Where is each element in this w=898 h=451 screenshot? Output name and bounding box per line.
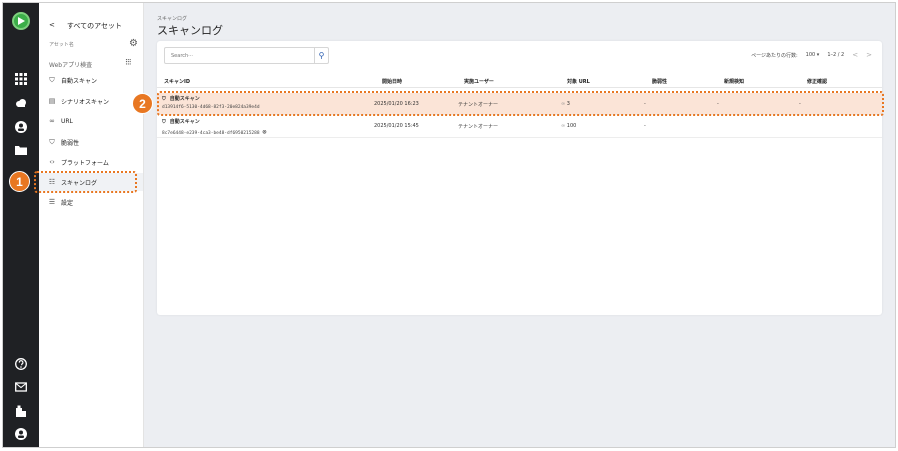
nav-item-url[interactable]: ∞ URL — [39, 112, 143, 130]
nav-item-label: URL — [61, 117, 73, 125]
highlight-scan-log-nav — [34, 171, 137, 193]
nav-item-label: シナリオスキャン — [61, 98, 110, 106]
help-icon[interactable] — [14, 358, 28, 372]
column-header[interactable]: 対象 URL — [567, 78, 590, 85]
nav-item-vulnerabilities[interactable]: ⛉ 脆弱性 — [39, 133, 143, 151]
breadcrumb[interactable]: スキャンログ — [157, 15, 187, 22]
nav-item-auto-scan[interactable]: ⛉ 自動スキャン — [39, 71, 143, 89]
nav-item-label: 設定 — [61, 199, 74, 207]
shield-icon: ⛉ — [49, 137, 55, 146]
scan-log-card: ⚲ ページあたりの行数: 100 ▾ 1–2 / 2 < > スキャンID 開始… — [157, 41, 882, 315]
search-input[interactable] — [165, 48, 314, 63]
nav-item-label: 自動スキャン — [61, 77, 98, 85]
mail-icon[interactable] — [14, 381, 28, 395]
scan-id: 8c7e6448-e239-4ca3-be48-df6950215288 ⊗ — [162, 128, 267, 136]
highlight-first-row — [157, 91, 884, 116]
cancel-circle-icon[interactable]: ⊗ — [262, 128, 266, 136]
section-label: Webアプリ検査 — [49, 62, 93, 69]
cloud-icon[interactable] — [14, 97, 28, 111]
main-content: スキャンログ スキャンログ ⚲ ページあたりの行数: 100 ▾ 1–2 / 2… — [144, 3, 895, 447]
shield-icon: ⛉ — [162, 118, 166, 125]
column-header[interactable]: 開始日時 — [382, 78, 402, 85]
nav-item-label: プラットフォーム — [61, 159, 109, 167]
page-title: スキャンログ — [157, 24, 223, 37]
nav-item-scenario-scan[interactable]: ▤ シナリオスキャン — [39, 92, 143, 110]
nav-item-settings[interactable]: ☰ 設定 — [39, 193, 143, 211]
link-icon: ∞ — [561, 123, 566, 129]
settings-icon: ☰ — [48, 198, 56, 206]
rows-per-page-label: ページあたりの行数: — [751, 52, 798, 59]
vuln-count: - — [644, 123, 646, 129]
scan-type: ⛉ 自動スキャン — [162, 118, 200, 126]
callout-badge-2: 2 — [132, 93, 153, 114]
chevron-left-icon: < — [49, 21, 55, 29]
folder-icon[interactable] — [14, 144, 28, 158]
prev-page-icon[interactable]: < — [852, 51, 858, 59]
scenario-icon: ▤ — [48, 97, 56, 105]
link-icon: ∞ — [49, 117, 55, 125]
column-header[interactable]: 実施ユーザー — [464, 78, 494, 85]
app-logo[interactable] — [12, 12, 30, 30]
building-icon[interactable] — [14, 405, 28, 419]
nav-item-platform[interactable]: ‹› プラットフォーム — [39, 153, 143, 171]
column-header[interactable]: 修正確認 — [807, 78, 827, 85]
nav-item-label: 脆弱性 — [61, 139, 80, 147]
search-box: ⚲ — [164, 47, 329, 64]
back-to-assets-link[interactable]: < すべてのアセット — [49, 21, 122, 31]
gear-icon[interactable]: ⚙ — [129, 38, 138, 49]
table-header: スキャンID 開始日時 実施ユーザー 対象 URL 脆弱性 新規検知 修正確認 — [157, 74, 882, 88]
profile-icon[interactable] — [14, 428, 28, 442]
rows-per-page-select[interactable]: 100 ▾ — [806, 52, 820, 58]
next-page-icon[interactable]: > — [866, 51, 872, 59]
code-icon: ‹› — [49, 158, 55, 166]
app-window: < すべてのアセット アセット名 ⚙ Webアプリ検査 ⁝⁝⁝ ⛉ 自動スキャン… — [2, 2, 896, 448]
page-range: 1–2 / 2 — [827, 52, 845, 58]
search-icon[interactable]: ⚲ — [314, 48, 328, 63]
column-header[interactable]: 脆弱性 — [652, 78, 667, 85]
pagination: ページあたりの行数: 100 ▾ 1–2 / 2 < > — [751, 51, 872, 59]
column-header[interactable]: 新規検知 — [724, 78, 744, 85]
side-nav: < すべてのアセット アセット名 ⚙ Webアプリ検査 ⁝⁝⁝ ⛉ 自動スキャン… — [39, 3, 144, 447]
callout-badge-1: 1 — [9, 171, 30, 192]
start-time: 2025/01/20 15:45 — [374, 123, 419, 129]
icon-rail — [3, 3, 39, 447]
shield-icon: ⛉ — [49, 75, 55, 84]
back-label: すべてのアセット — [66, 22, 122, 30]
app-switcher-icon[interactable]: ⁝⁝⁝ — [125, 58, 132, 68]
table-row[interactable]: ⛉ 自動スキャン 8c7e6448-e239-4ca3-be48-df69502… — [157, 116, 882, 138]
column-header[interactable]: スキャンID — [164, 78, 190, 85]
user: テナントオーナー — [458, 124, 499, 130]
url-count: ∞ 100 — [561, 123, 577, 129]
asset-name: アセット名 — [49, 42, 74, 48]
apps-grid-icon[interactable] — [14, 73, 28, 87]
account-icon[interactable] — [14, 121, 28, 135]
